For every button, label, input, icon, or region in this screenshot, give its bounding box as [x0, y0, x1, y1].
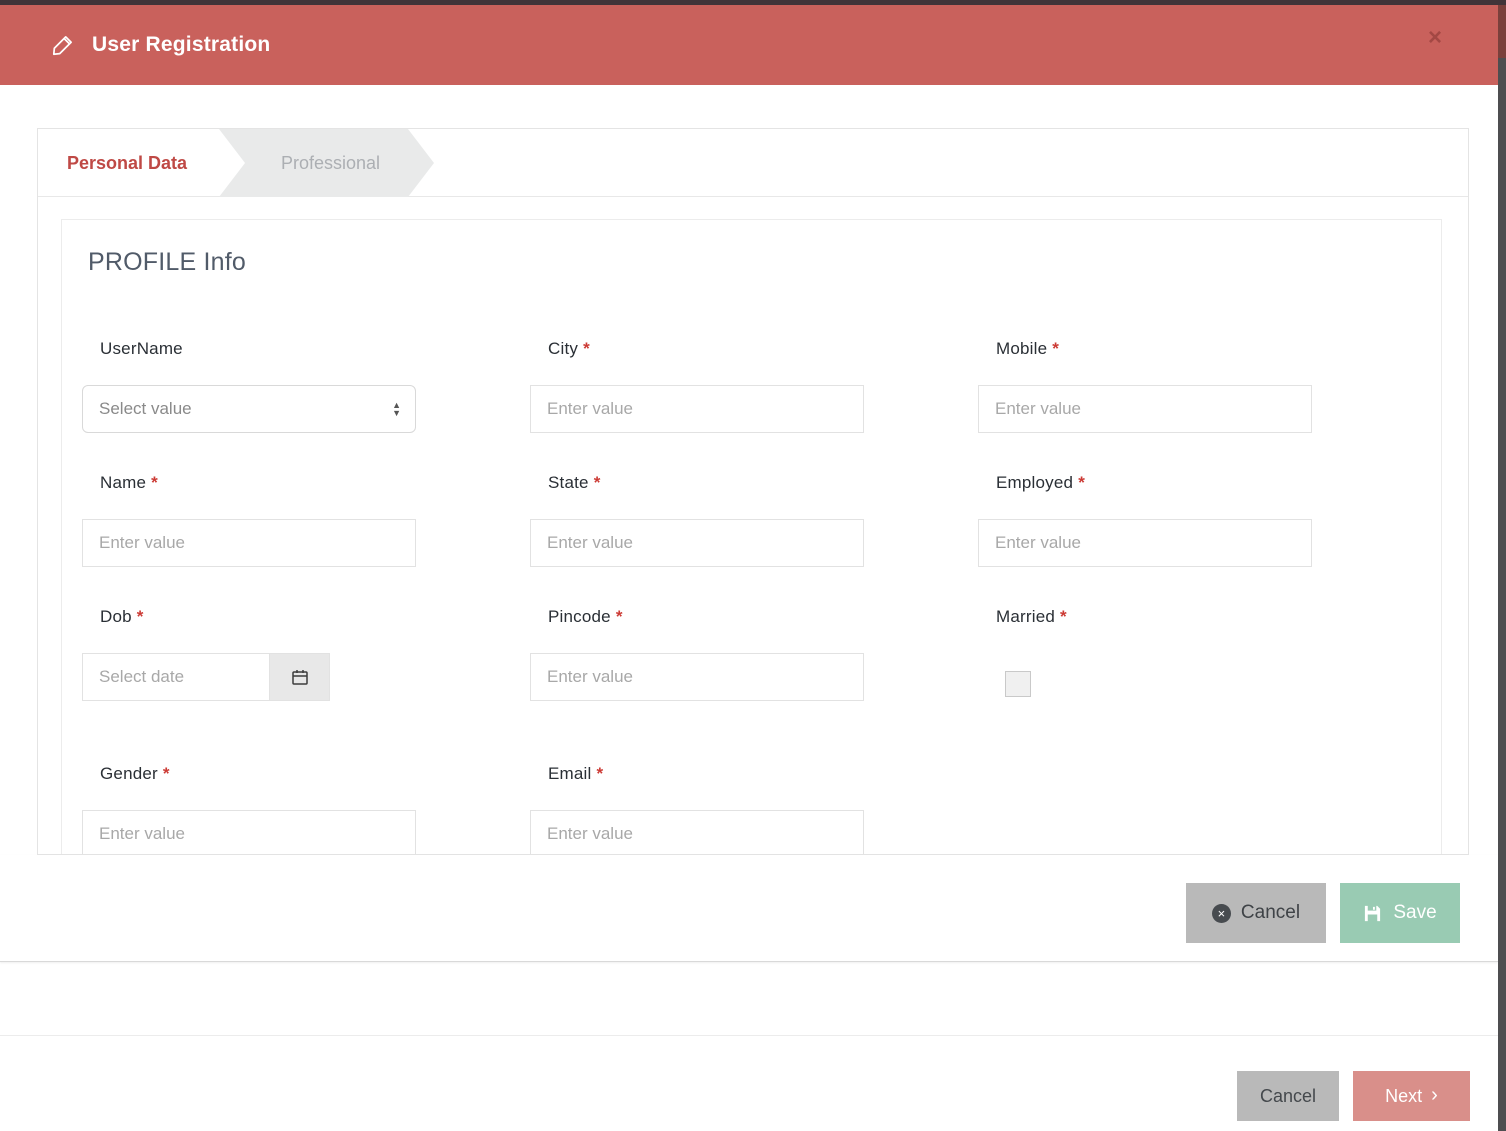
username-select-value: Select value	[99, 399, 192, 419]
field-email: Email*	[530, 764, 864, 855]
profile-panel: PROFILE Info UserName Select value ▲▼ Ci…	[61, 219, 1442, 855]
wizard-next-button[interactable]: Next ›	[1353, 1071, 1470, 1121]
state-label: State*	[530, 473, 864, 495]
modal-footer: × Cancel Save	[0, 855, 1498, 962]
gender-input[interactable]	[82, 810, 416, 855]
tab-personal-data[interactable]: Personal Data	[67, 129, 187, 197]
city-label: City*	[530, 339, 864, 361]
field-dob: Dob*	[82, 607, 416, 702]
email-input[interactable]	[530, 810, 864, 855]
email-label: Email*	[530, 764, 864, 786]
close-icon[interactable]: ×	[1428, 25, 1442, 51]
city-input[interactable]	[530, 385, 864, 433]
username-select[interactable]: Select value ▲▼	[82, 385, 416, 433]
form-grid: UserName Select value ▲▼ City* Mobile*	[62, 339, 1441, 855]
name-input[interactable]	[82, 519, 416, 567]
employed-input[interactable]	[978, 519, 1312, 567]
mobile-input[interactable]	[978, 385, 1312, 433]
tab-strip: Personal Data Professional	[38, 129, 1468, 197]
field-pincode: Pincode*	[530, 607, 864, 702]
chevron-right-icon: ›	[1431, 1085, 1438, 1105]
mobile-label: Mobile*	[978, 339, 1312, 361]
page: User Registration × Personal Data Profes…	[0, 0, 1506, 1131]
pencil-icon	[50, 32, 76, 58]
panel-title: PROFILE Info	[62, 248, 1441, 277]
save-button[interactable]: Save	[1340, 883, 1460, 943]
backdrop-right-edge	[1498, 0, 1506, 1131]
footer-divider	[0, 1035, 1506, 1036]
state-input[interactable]	[530, 519, 864, 567]
backdrop-top-edge	[0, 0, 1506, 5]
pincode-input[interactable]	[530, 653, 864, 701]
employed-label: Employed*	[978, 473, 1312, 495]
tab-professional[interactable]: Professional	[219, 129, 434, 197]
field-empty	[978, 764, 1312, 855]
wizard-card: Personal Data Professional PROFILE Info …	[37, 128, 1469, 855]
gender-label: Gender*	[82, 764, 416, 786]
field-username: UserName Select value ▲▼	[82, 339, 416, 433]
username-label: UserName	[82, 339, 416, 361]
modal-title: User Registration	[92, 33, 270, 57]
field-name: Name*	[82, 473, 416, 567]
field-state: State*	[530, 473, 864, 567]
dob-date-group	[82, 653, 330, 701]
calendar-icon	[290, 667, 310, 687]
field-married: Married*	[978, 607, 1312, 702]
married-label: Married*	[978, 607, 1312, 629]
calendar-button[interactable]	[269, 653, 330, 701]
field-employed: Employed*	[978, 473, 1312, 567]
married-checkbox[interactable]	[1005, 671, 1031, 697]
name-label: Name*	[82, 473, 416, 495]
pincode-label: Pincode*	[530, 607, 864, 629]
backdrop-right-edge-top	[1498, 0, 1506, 58]
field-gender: Gender*	[82, 764, 416, 855]
dob-label: Dob*	[82, 607, 416, 629]
field-mobile: Mobile*	[978, 339, 1312, 433]
field-city: City*	[530, 339, 864, 433]
circle-x-icon: ×	[1212, 904, 1231, 923]
floppy-icon	[1363, 904, 1382, 923]
wizard-cancel-button[interactable]: Cancel	[1237, 1071, 1339, 1121]
modal-header: User Registration ×	[0, 5, 1498, 85]
select-arrows-icon: ▲▼	[392, 401, 401, 417]
dob-input[interactable]	[82, 653, 269, 701]
cancel-button[interactable]: × Cancel	[1186, 883, 1326, 943]
